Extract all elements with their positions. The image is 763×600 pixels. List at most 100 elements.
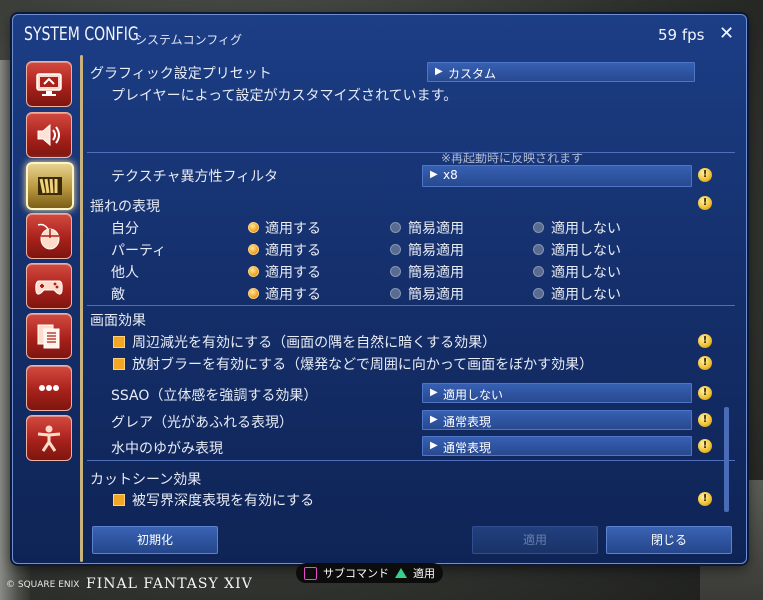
sway-row-label: 他人: [111, 265, 139, 281]
scrollbar[interactable]: [724, 407, 729, 512]
radio-none[interactable]: [533, 222, 544, 233]
warning-icon: !: [698, 413, 712, 427]
option-label: 簡易適用: [408, 287, 464, 303]
dropdown-arrow-icon: ▶: [430, 414, 438, 425]
underwater-value: 通常表現: [443, 441, 492, 455]
dropdown-arrow-icon: ▶: [430, 440, 438, 451]
option-label: 適用する: [265, 243, 321, 259]
close-button[interactable]: 閉じる: [606, 526, 732, 554]
radio-apply[interactable]: [248, 266, 259, 277]
depth-of-field-label: 被写界深度表現を有効にする: [132, 493, 315, 509]
depth-of-field-checkbox[interactable]: [113, 494, 125, 506]
section-divider: [87, 305, 735, 306]
preset-dropdown[interactable]: ▶ カスタム: [427, 62, 695, 82]
character-icon: [37, 425, 61, 452]
texture-filter-label: テクスチャ異方性フィルタ: [111, 169, 279, 185]
section-divider: [87, 460, 735, 461]
option-label: 簡易適用: [408, 221, 464, 237]
sway-header: 揺れの表現: [90, 199, 160, 215]
radio-none[interactable]: [533, 244, 544, 255]
texture-filter-dropdown[interactable]: ▶ x8: [422, 165, 692, 187]
option-label: 簡易適用: [408, 265, 464, 281]
sidebar-divider: [80, 55, 83, 562]
warning-icon: !: [698, 386, 712, 400]
window-title: SYSTEM CONFIG: [24, 23, 139, 45]
screen-effects-header: 画面効果: [90, 313, 146, 329]
category-sidebar: [13, 55, 83, 562]
radio-none[interactable]: [533, 266, 544, 277]
sidebar-item-sound[interactable]: [26, 112, 72, 158]
warning-icon: !: [698, 196, 712, 210]
radio-none[interactable]: [533, 288, 544, 299]
gamepad-icon: [35, 280, 63, 295]
glare-label: グレア（光があふれる表現）: [111, 415, 293, 431]
sidebar-item-other[interactable]: [26, 365, 72, 411]
sidebar-item-character[interactable]: [26, 415, 72, 461]
documents-icon: [37, 324, 60, 349]
apply-hint: 適用: [413, 567, 435, 580]
more-icon: [39, 385, 59, 391]
square-enix-logo: © SQUARE ENIX: [6, 580, 80, 590]
close-icon[interactable]: ✕: [719, 23, 734, 44]
final-fantasy-logo: FINAL FANTASY XIV: [86, 576, 253, 592]
preset-description: プレイヤーによって設定がカスタマイズされています。: [111, 88, 458, 104]
cutscene-header: カットシーン効果: [90, 472, 202, 488]
sway-row-label: 敵: [111, 287, 125, 303]
option-label: 適用しない: [551, 243, 621, 259]
warning-icon: !: [698, 356, 712, 370]
glare-dropdown[interactable]: ▶ 通常表現: [422, 410, 692, 430]
ssao-dropdown[interactable]: ▶ 適用しない: [422, 383, 692, 403]
radio-simple[interactable]: [390, 288, 401, 299]
radial-blur-checkbox[interactable]: [113, 358, 125, 370]
option-label: 適用しない: [551, 287, 621, 303]
apply-button[interactable]: 適用: [472, 526, 598, 554]
radio-apply[interactable]: [248, 288, 259, 299]
sidebar-item-display[interactable]: [26, 61, 72, 107]
dropdown-arrow-icon: ▶: [435, 66, 443, 77]
triangle-button-icon: [395, 568, 407, 578]
dropdown-arrow-icon: ▶: [430, 169, 438, 180]
vignette-checkbox[interactable]: [113, 336, 125, 348]
mouse-icon: [37, 223, 60, 250]
sidebar-item-graphics[interactable]: [26, 162, 74, 210]
ssao-value: 適用しない: [443, 388, 504, 402]
warning-icon: !: [698, 439, 712, 453]
preset-value: カスタム: [448, 67, 497, 81]
warning-icon: !: [698, 492, 712, 506]
underwater-label: 水中のゆがみ表現: [111, 441, 223, 457]
radio-simple[interactable]: [390, 244, 401, 255]
sway-row-label: 自分: [111, 221, 139, 237]
subcommand-hint: サブコマンド: [323, 567, 389, 580]
fps-counter: 59 fps: [658, 26, 705, 44]
vignette-label: 周辺減光を有効にする（画面の隅を自然に暗くする効果）: [132, 335, 497, 351]
square-button-icon: [304, 566, 317, 580]
underwater-dropdown[interactable]: ▶ 通常表現: [422, 436, 692, 456]
system-config-window: SYSTEM CONFIG システムコンフィグ 59 fps ✕ グラフィック設…: [12, 14, 747, 564]
monitor-icon: [36, 73, 62, 96]
texture-filter-value: x8: [443, 168, 458, 182]
glare-value: 通常表現: [443, 415, 492, 429]
radio-apply[interactable]: [248, 244, 259, 255]
option-label: 適用しない: [551, 221, 621, 237]
radial-blur-label: 放射ブラーを有効にする（爆発などで周囲に向かって画面をぼかす効果）: [132, 357, 594, 373]
window-subtitle: システムコンフィグ: [135, 33, 243, 47]
reset-button[interactable]: 初期化: [92, 526, 218, 554]
controller-hint-bar: サブコマンド 適用: [296, 563, 443, 583]
radio-apply[interactable]: [248, 222, 259, 233]
option-label: 適用する: [265, 287, 321, 303]
option-label: 適用する: [265, 265, 321, 281]
warning-icon: !: [698, 168, 712, 182]
sway-row-label: パーティ: [111, 243, 167, 259]
radio-simple[interactable]: [390, 266, 401, 277]
radio-simple[interactable]: [390, 222, 401, 233]
title-bar: SYSTEM CONFIG システムコンフィグ 59 fps ✕: [13, 15, 746, 51]
ssao-label: SSAO（立体感を強調する効果）: [111, 388, 318, 404]
sidebar-item-mouse[interactable]: [26, 213, 72, 259]
preset-label: グラフィック設定プリセット: [90, 66, 272, 82]
warning-icon: !: [698, 334, 712, 348]
sidebar-item-log[interactable]: [26, 313, 72, 359]
sidebar-item-gamepad[interactable]: [26, 263, 72, 309]
option-label: 適用する: [265, 221, 321, 237]
section-divider: [87, 152, 735, 153]
speaker-icon: [37, 123, 60, 147]
